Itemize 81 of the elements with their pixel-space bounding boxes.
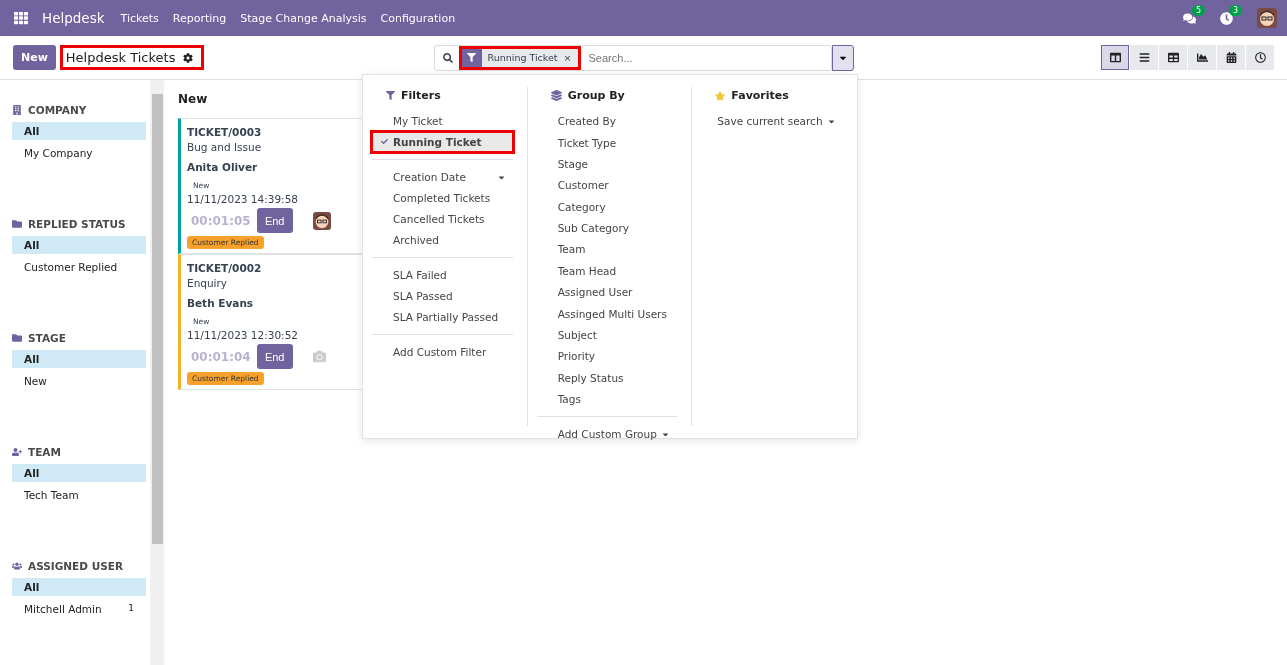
new-button[interactable]: New bbox=[13, 45, 56, 70]
section-title: ASSIGNED USER bbox=[28, 560, 123, 572]
area-chart-icon bbox=[1196, 52, 1208, 63]
check-icon bbox=[381, 138, 388, 145]
filter-item[interactable]: All bbox=[12, 578, 146, 596]
favorites-title: Favorites bbox=[731, 89, 789, 102]
filter-item[interactable]: Customer Replied bbox=[12, 258, 146, 276]
filter-item[interactable]: All bbox=[12, 464, 146, 482]
filter-icon bbox=[467, 53, 476, 62]
users-icon bbox=[12, 561, 22, 571]
filter-option[interactable]: Completed Tickets bbox=[370, 186, 515, 210]
count-badge: 3 bbox=[1228, 4, 1242, 16]
filter-option[interactable]: Running Ticket bbox=[370, 130, 515, 154]
group-by-title: Group By bbox=[567, 89, 625, 102]
filter-item[interactable]: All bbox=[12, 122, 146, 140]
customer-name: Beth Evans bbox=[187, 297, 255, 309]
filter-item[interactable]: Tech Team bbox=[12, 486, 146, 504]
building-icon bbox=[12, 105, 22, 115]
section-title: REPLIED STATUS bbox=[28, 218, 126, 230]
end-button[interactable]: End bbox=[256, 208, 293, 233]
avatar-icon[interactable] bbox=[1257, 8, 1277, 28]
ticket-type: Enquiry bbox=[187, 277, 229, 289]
save-search-option[interactable]: Save current search bbox=[699, 109, 845, 133]
filter-option[interactable]: Cancelled Tickets bbox=[370, 207, 515, 231]
filter-item[interactable]: My Company bbox=[12, 144, 146, 162]
kanban-icon bbox=[1109, 52, 1121, 63]
end-button[interactable]: End bbox=[256, 344, 293, 369]
calendar-icon bbox=[1225, 52, 1237, 63]
clock-icon bbox=[1254, 52, 1266, 63]
filter-option[interactable]: Add Custom Filter bbox=[370, 340, 515, 364]
scrollbar[interactable] bbox=[150, 80, 164, 665]
ticket-date: 11/11/2023 14:39:58 bbox=[187, 193, 299, 205]
customer-name: Anita Oliver bbox=[187, 161, 259, 173]
app-name[interactable]: Helpdesk bbox=[42, 10, 105, 26]
search-field[interactable]: Running Ticket × Search... bbox=[433, 44, 832, 71]
ticket-reference: TICKET/0002 bbox=[187, 262, 263, 274]
section-title: STAGE bbox=[28, 332, 66, 344]
timer: 00:01:04 bbox=[190, 349, 251, 364]
filter-option[interactable]: Creation Date bbox=[370, 165, 515, 189]
breadcrumb-title: Helpdesk Tickets bbox=[59, 45, 205, 70]
count-badge: 5 bbox=[1191, 4, 1205, 16]
nav-menu-item[interactable]: Configuration bbox=[380, 11, 456, 25]
filter-icon bbox=[386, 91, 395, 100]
ticket-type: Bug and Issue bbox=[187, 141, 263, 153]
star-icon bbox=[715, 90, 726, 101]
filter-item[interactable]: All bbox=[12, 350, 146, 368]
timer: 00:01:05 bbox=[190, 213, 251, 228]
nav-menu-item[interactable]: Tickets bbox=[120, 11, 159, 25]
settings-icon[interactable] bbox=[183, 52, 194, 63]
messages-icon[interactable] bbox=[1183, 11, 1196, 25]
nav-menu-item[interactable]: Stage Change Analysis bbox=[240, 11, 367, 25]
section-title: COMPANY bbox=[28, 104, 87, 116]
nav-menu-item[interactable]: Reporting bbox=[172, 11, 227, 25]
ticket-reference: TICKET/0003 bbox=[187, 126, 263, 138]
filter-option[interactable]: SLA Partially Passed bbox=[370, 305, 515, 329]
add-custom-group-select[interactable]: Add Custom Group bbox=[534, 422, 680, 447]
activity-icon[interactable] bbox=[1220, 11, 1233, 25]
filter-item[interactable]: All bbox=[12, 236, 146, 254]
filter-item[interactable]: New bbox=[12, 372, 146, 390]
remove-facet-button[interactable]: × bbox=[563, 52, 578, 63]
folder-icon bbox=[12, 219, 22, 229]
list-icon bbox=[1138, 52, 1150, 63]
layers-icon bbox=[550, 90, 562, 101]
filter-option[interactable]: SLA Failed bbox=[370, 263, 515, 287]
ticket-date: 11/11/2023 12:30:52 bbox=[187, 329, 299, 341]
search-options-toggle[interactable] bbox=[831, 44, 854, 71]
folder-icon bbox=[12, 333, 22, 343]
apps-menu-icon[interactable] bbox=[14, 11, 28, 25]
filter-option[interactable]: SLA Passed bbox=[370, 284, 515, 308]
user-plus-icon bbox=[12, 447, 22, 457]
section-title: TEAM bbox=[28, 446, 61, 458]
column-title: New bbox=[178, 92, 208, 106]
avatar-icon[interactable] bbox=[312, 211, 331, 230]
filter-option[interactable]: My Ticket bbox=[370, 109, 515, 133]
filter-facet[interactable]: Running Ticket × bbox=[458, 45, 581, 70]
filter-option[interactable]: Archived bbox=[370, 228, 515, 252]
view-switch-button[interactable] bbox=[1101, 45, 1129, 70]
search-icon bbox=[442, 52, 453, 63]
table-icon bbox=[1167, 52, 1179, 63]
filter-item[interactable]: Mitchell Admin 1 bbox=[12, 600, 146, 618]
filters-title: Filters bbox=[401, 89, 441, 102]
